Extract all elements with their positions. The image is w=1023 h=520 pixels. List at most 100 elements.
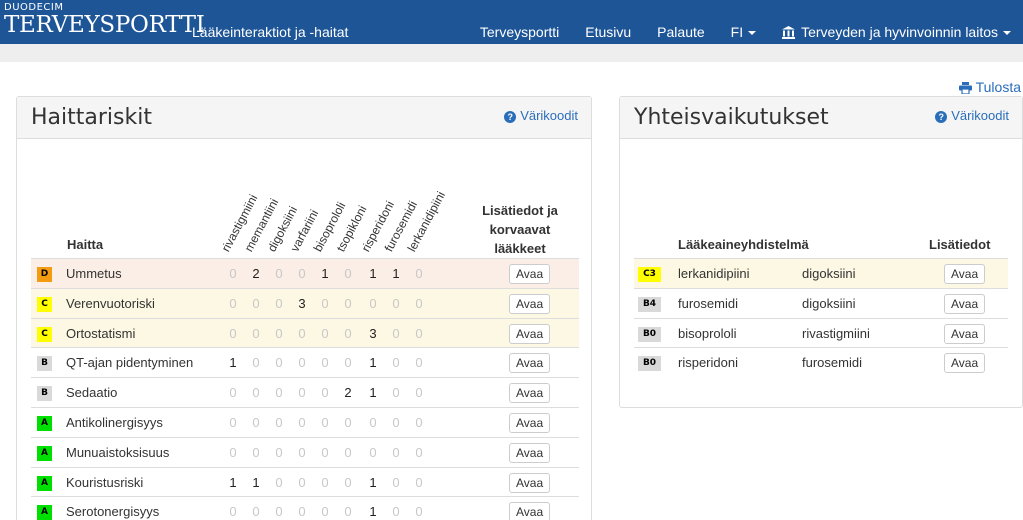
app-title[interactable]: Lääkeinteraktiot ja -haitat	[192, 24, 348, 40]
risk-score-cell: 0	[275, 295, 283, 311]
top-navbar: DUODECIM TERVEYSPORTTI Lääkeinteraktiot …	[0, 0, 1023, 44]
risk-score-cell: 0	[369, 444, 377, 460]
open-button[interactable]: Avaa	[509, 293, 551, 314]
risk-score-cell: 1	[369, 385, 377, 401]
risk-score-cell: 0	[252, 355, 260, 371]
panel-header: Haittariskit ? Värikoodit	[17, 97, 591, 139]
open-button[interactable]: Avaa	[944, 293, 986, 314]
column-header-combination: Lääkeaineyhdistelmä	[678, 237, 809, 252]
risk-name: Ortostatismi	[66, 325, 136, 341]
risk-score-cell: 0	[229, 415, 237, 430]
risk-name: Munuaistoksisuus	[66, 444, 170, 460]
risk-score-cell: 1	[229, 474, 237, 490]
brand-logo[interactable]: DUODECIM TERVEYSPORTTI	[4, 3, 205, 38]
risk-class-badge: A	[37, 445, 52, 461]
nav-label: Terveyden ja hyvinvoinnin laitos	[801, 24, 998, 40]
nav-organization-dropdown[interactable]: Terveyden ja hyvinvoinnin laitos	[782, 24, 1011, 40]
colorcodes-label: Värikoodit	[520, 108, 578, 123]
risk-score-cell: 0	[298, 325, 306, 341]
drug-name: digoksiini	[802, 295, 856, 311]
print-link[interactable]: Tulosta	[958, 79, 1021, 95]
risk-score-cell: 0	[252, 295, 260, 311]
interaction-row: B0 risperidoni furosemidi Avaa	[634, 347, 1008, 377]
risk-score-cell: 0	[275, 415, 283, 430]
risk-score-cell: 0	[275, 325, 283, 341]
risk-score-cell: 0	[392, 474, 400, 490]
risk-class-badge: D	[37, 267, 52, 282]
risk-score-cell: 1	[392, 266, 400, 281]
colorcodes-link[interactable]: ? Värikoodit	[504, 108, 578, 123]
risk-row: D Ummetus 0 2 0 0 1 0 1 1 0 Avaa	[31, 258, 579, 288]
risk-score-cell: 0	[392, 504, 400, 520]
risk-score-cell: 0	[229, 266, 237, 281]
colorcodes-label: Värikoodit	[951, 108, 1009, 123]
risk-score-cell: 0	[321, 295, 329, 311]
risk-score-cell: 3	[298, 295, 306, 311]
risk-score-cell: 0	[229, 295, 237, 311]
nav-terveysportti[interactable]: Terveysportti	[480, 24, 559, 40]
open-button[interactable]: Avaa	[944, 264, 986, 284]
risk-name: Sedaatio	[66, 385, 118, 401]
risk-name: Antikolinergisyys	[66, 415, 163, 430]
risk-score-cell: 0	[415, 474, 423, 490]
open-button[interactable]: Avaa	[509, 502, 551, 520]
question-circle-icon: ?	[504, 111, 517, 123]
open-button[interactable]: Avaa	[509, 353, 551, 374]
risk-score-cell: 0	[321, 415, 329, 430]
risk-score-cell: 0	[415, 504, 423, 520]
risk-score-cell: 1	[229, 355, 237, 371]
open-button[interactable]: Avaa	[509, 442, 551, 463]
risk-score-cell: 0	[229, 325, 237, 341]
panel-header: Yhteisvaikutukset ? Värikoodit	[620, 97, 1022, 139]
drug-name: furosemidi	[802, 355, 862, 371]
nav-language-dropdown[interactable]: FI	[731, 24, 757, 40]
open-button[interactable]: Avaa	[509, 383, 551, 404]
open-button[interactable]: Avaa	[509, 264, 551, 284]
risk-score-cell: 2	[344, 385, 352, 401]
risk-score-cell: 0	[344, 444, 352, 460]
interaction-class-badge: B0	[638, 356, 661, 372]
column-header-haitta: Haitta	[67, 237, 104, 252]
risk-score-cell: 0	[252, 415, 260, 430]
risk-score-cell: 0	[252, 504, 260, 520]
drug-name: bisoprololi	[678, 325, 737, 341]
risk-score-cell: 0	[415, 415, 423, 430]
interaction-row: C3 lerkanidipiini digoksiini Avaa	[634, 258, 1008, 288]
risk-row: C Ortostatismi 0 0 0 0 0 0 3 0 0 Avaa	[31, 317, 579, 348]
risk-score-cell: 0	[275, 355, 283, 371]
risk-score-cell: 0	[298, 474, 306, 490]
risk-score-cell: 0	[229, 444, 237, 460]
chevron-down-icon	[1003, 31, 1011, 36]
risk-score-cell: 0	[275, 385, 283, 401]
open-button[interactable]: Avaa	[944, 353, 986, 374]
open-button[interactable]: Avaa	[509, 323, 551, 344]
risk-score-cell: 0	[415, 355, 423, 371]
risk-score-cell: 0	[321, 385, 329, 401]
colorcodes-link[interactable]: ? Värikoodit	[935, 108, 1009, 123]
risk-score-cell: 1	[369, 504, 377, 520]
open-button[interactable]: Avaa	[944, 323, 986, 344]
risk-score-cell: 0	[344, 266, 352, 281]
open-button[interactable]: Avaa	[509, 472, 551, 493]
risk-score-cell: 0	[369, 295, 377, 311]
risk-score-cell: 2	[252, 266, 260, 281]
risk-score-cell: 0	[344, 504, 352, 520]
interaction-class-badge: B0	[638, 326, 661, 342]
risk-score-cell: 0	[415, 266, 423, 281]
nav-etusivu[interactable]: Etusivu	[585, 24, 631, 40]
nav-palaute[interactable]: Palaute	[657, 24, 704, 40]
risk-name: Ummetus	[66, 266, 122, 281]
open-button[interactable]: Avaa	[509, 413, 551, 433]
risk-row: C Verenvuotoriski 0 0 0 3 0 0 0 0 0 Avaa	[31, 287, 579, 318]
risk-score-cell: 1	[321, 266, 329, 281]
panel-title: Haittariskit	[31, 105, 152, 130]
risk-score-cell: 1	[252, 474, 260, 490]
risk-score-cell: 0	[275, 266, 283, 281]
drug-name: furosemidi	[678, 295, 738, 311]
bank-icon	[782, 26, 796, 39]
risk-class-badge: C	[37, 326, 52, 342]
print-label: Tulosta	[975, 79, 1021, 95]
chevron-down-icon	[748, 31, 757, 36]
risk-score-cell: 0	[344, 415, 352, 430]
risk-row: A Munuaistoksisuus 0 0 0 0 0 0 0 0 0 Avaa	[31, 436, 579, 467]
